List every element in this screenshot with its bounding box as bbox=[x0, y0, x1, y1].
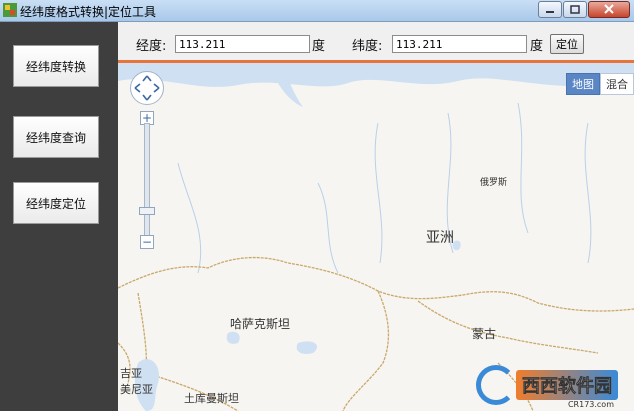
watermark: 西西软件园 bbox=[476, 365, 618, 405]
sidebar-item-query[interactable]: 经纬度查询 bbox=[13, 116, 99, 158]
map-type-hybrid[interactable]: 混合 bbox=[600, 73, 634, 95]
map-label-asia: 亚洲 bbox=[426, 230, 454, 246]
watermark-logo-icon bbox=[476, 365, 516, 405]
sidebar-item-convert[interactable]: 经纬度转换 bbox=[13, 45, 99, 87]
latitude-label: 纬度: bbox=[352, 39, 383, 54]
minimize-icon bbox=[546, 11, 554, 13]
sidebar-item-label: 经纬度定位 bbox=[25, 196, 86, 211]
zoom-slider-handle[interactable] bbox=[139, 207, 155, 215]
watermark-sub: CR173.com bbox=[567, 400, 614, 409]
sidebar: 经纬度转换 经纬度查询 经纬度定位 bbox=[0, 22, 118, 411]
close-button[interactable] bbox=[588, 1, 630, 18]
map-label-russia: 俄罗斯 bbox=[480, 178, 508, 188]
map-label-armenia: 美尼亚 bbox=[120, 383, 153, 396]
zoom-out-button[interactable]: − bbox=[140, 235, 154, 249]
map-label-georgia: 吉亚 bbox=[120, 367, 142, 380]
app-icon bbox=[3, 3, 17, 17]
map-type-map[interactable]: 地图 bbox=[566, 73, 600, 95]
watermark-text: 西西软件园 bbox=[516, 370, 618, 400]
latitude-input[interactable] bbox=[392, 35, 527, 53]
title-bar: 经纬度格式转换|定位工具 bbox=[0, 0, 634, 22]
map-label-kazakhstan: 哈萨克斯坦 bbox=[230, 317, 291, 331]
map-view[interactable]: + − 地图 混合 俄罗斯 亚洲 哈萨克斯坦 蒙古 土库曼斯坦 吉亚 美尼亚 西… bbox=[118, 63, 634, 411]
sidebar-item-label: 经纬度查询 bbox=[25, 130, 86, 145]
window-title: 经纬度格式转换|定位工具 bbox=[20, 5, 157, 19]
map-label-turkmenistan: 土库曼斯坦 bbox=[184, 392, 239, 405]
longitude-unit: 度 bbox=[312, 39, 326, 54]
close-icon bbox=[604, 4, 614, 14]
map-type-switch: 地图 混合 bbox=[566, 73, 634, 95]
longitude-label: 经度: bbox=[136, 39, 167, 54]
longitude-input[interactable] bbox=[175, 35, 310, 53]
locate-button[interactable]: 定位 bbox=[550, 34, 584, 54]
map-base bbox=[118, 63, 634, 411]
maximize-button[interactable] bbox=[563, 1, 587, 18]
sidebar-item-locate[interactable]: 经纬度定位 bbox=[13, 182, 99, 224]
pan-control[interactable] bbox=[130, 71, 164, 105]
map-label-mongolia: 蒙古 bbox=[472, 327, 497, 341]
sidebar-item-label: 经纬度转换 bbox=[25, 59, 86, 74]
pan-arrows-icon bbox=[134, 75, 160, 101]
maximize-icon bbox=[570, 5, 580, 14]
minimize-button[interactable] bbox=[538, 1, 562, 18]
zoom-slider[interactable] bbox=[144, 123, 150, 241]
latitude-unit: 度 bbox=[530, 39, 544, 54]
coordinate-toolbar: 经度: 度 纬度: 度 定位 bbox=[118, 22, 634, 60]
